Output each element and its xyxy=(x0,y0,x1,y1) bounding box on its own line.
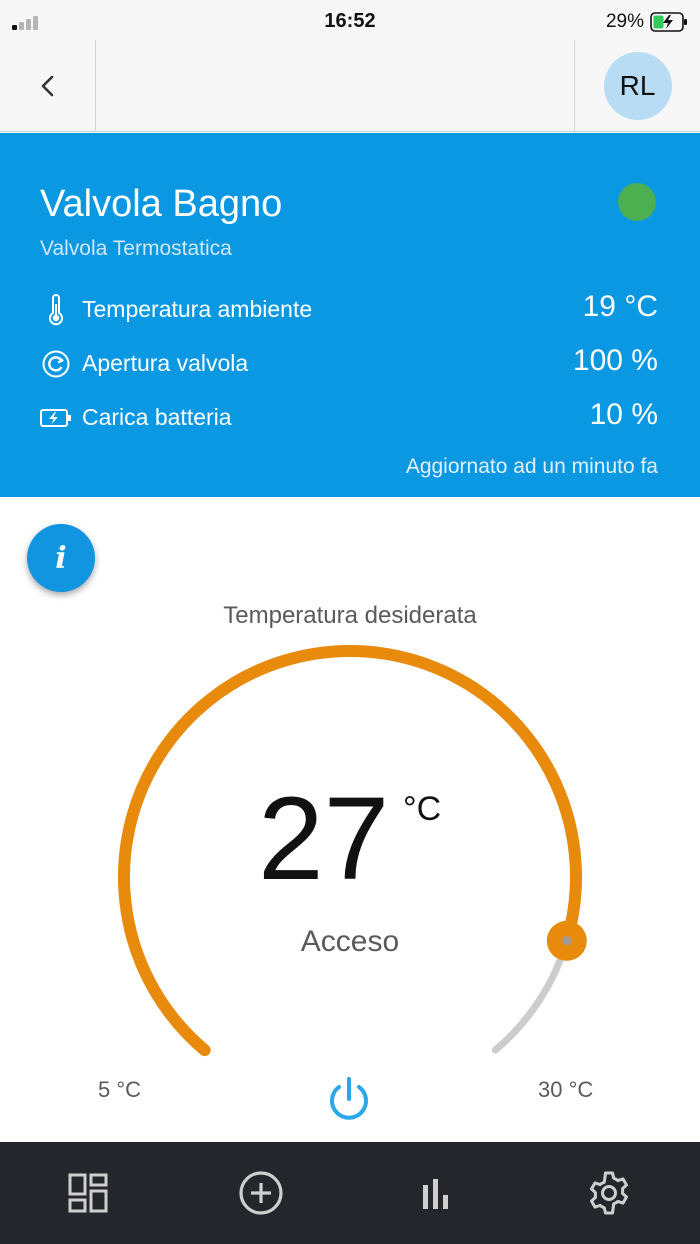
settings-gear-icon xyxy=(590,1171,628,1215)
thermostat-state: Acceso xyxy=(300,925,400,958)
nav-dashboard-button[interactable] xyxy=(61,1166,115,1220)
battery-icon xyxy=(650,12,688,32)
avatar-initials: RL xyxy=(619,70,656,101)
nav-add-button[interactable] xyxy=(234,1166,288,1220)
metric-battery-charge: Carica batteria 10 % xyxy=(40,398,658,438)
online-status-indicator xyxy=(618,183,656,221)
info-icon: i xyxy=(55,540,67,576)
valve-opening-icon xyxy=(40,348,72,380)
chevron-left-icon xyxy=(41,75,53,97)
min-temperature-label: 5 °C xyxy=(98,1077,142,1102)
dashboard-icon xyxy=(68,1173,108,1213)
metric-value: 100 % xyxy=(572,344,658,377)
device-subtitle: Valvola Termostatica xyxy=(40,237,232,260)
screen: 16:52 29% RL Valvola Bagno Valvola Termo… xyxy=(0,0,700,1244)
battery-charging-icon xyxy=(40,402,72,434)
metric-value: 10 % xyxy=(589,398,658,431)
setpoint-unit: °C xyxy=(403,790,442,828)
power-icon xyxy=(330,1077,368,1120)
setpoint-value: 27 xyxy=(258,773,390,905)
metric-label: Apertura valvola xyxy=(82,350,249,376)
nav-settings-button[interactable] xyxy=(582,1166,636,1220)
power-button[interactable] xyxy=(320,1070,378,1128)
metric-value: 19 °C xyxy=(582,290,658,323)
max-temperature-label: 30 °C xyxy=(538,1077,594,1102)
avatar-container: RL xyxy=(574,40,700,132)
metric-label: Temperatura ambiente xyxy=(82,296,313,322)
status-bar: 16:52 29% xyxy=(0,0,700,40)
device-card: Valvola Bagno Valvola Termostatica Tempe… xyxy=(0,133,700,497)
thermometer-icon xyxy=(40,294,72,326)
avatar[interactable]: RL xyxy=(603,52,672,120)
top-navigation: RL xyxy=(0,40,700,132)
nav-statistics-button[interactable] xyxy=(408,1166,462,1220)
info-button[interactable]: i xyxy=(27,524,95,592)
metric-label: Carica batteria xyxy=(82,404,232,430)
desired-temperature-label: Temperatura desiderata xyxy=(223,602,477,629)
metric-room-temperature: Temperatura ambiente 19 °C xyxy=(40,290,658,330)
back-button[interactable] xyxy=(0,40,96,132)
last-updated-text: Aggiornato ad un minuto fa xyxy=(405,455,658,478)
add-circle-icon xyxy=(239,1171,283,1215)
bar-chart-icon xyxy=(423,1179,448,1209)
metric-valve-opening: Apertura valvola 100 % xyxy=(40,344,658,384)
device-title: Valvola Bagno xyxy=(40,183,283,225)
status-time: 16:52 xyxy=(324,10,376,32)
bottom-navigation xyxy=(0,1142,700,1244)
battery-percent: 29% xyxy=(605,11,644,32)
